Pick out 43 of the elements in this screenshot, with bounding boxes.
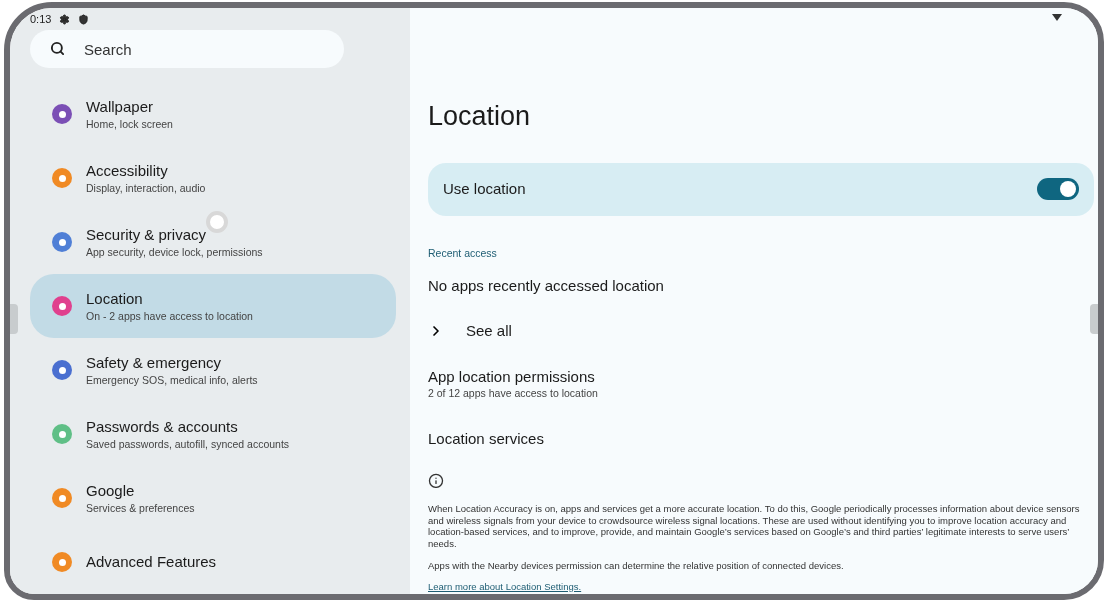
item-subtitle: App security, device lock, permissions: [86, 245, 263, 259]
shield-icon: [78, 13, 90, 25]
item-title: Advanced Features: [86, 552, 217, 572]
item-subtitle: Services & preferences: [86, 501, 195, 515]
item-title: Location: [86, 289, 144, 309]
info-paragraph: Apps with the Nearby devices permission can determine the relative position of connected devices.: [428, 560, 845, 572]
sidebar-item[interactable]: Wallpaper Home, lock screen: [30, 82, 396, 146]
item-subtitle: Emergency SOS, medical info, alerts: [86, 373, 258, 387]
item-title: Security & privacy: [86, 225, 208, 245]
item-title: Safety & emergency: [86, 353, 223, 373]
see-all-item[interactable]: See all: [428, 319, 1094, 343]
info-paragraph: When Location Accuracy is on, apps and services get a more accurate location. To do this, Google periodically processes information about device sensors and wireless signals from your device to crowdsource wireless signal locations. These are used without identifying you to improve location accuracy and location-based services, and to improve, provide, and maintain Google’s services based on Google’s and third parties’ legitimate interests to serve users’ needs.: [428, 503, 1081, 550]
item-title: Accessibility: [86, 161, 169, 181]
side-handle[interactable]: [1090, 304, 1098, 334]
sidebar-item[interactable]: Security & privacy App security, device lock, permissions: [30, 210, 396, 274]
sidebar-item[interactable]: Location On - 2 apps have access to location: [30, 274, 396, 338]
item-subtitle: Display, interaction, audio: [86, 181, 206, 195]
use-location-row[interactable]: Use location: [428, 162, 1094, 216]
item-subtitle: Saved passwords, autofill, synced accounts: [86, 437, 290, 451]
side-handle[interactable]: [10, 304, 18, 334]
settings-icon: [59, 13, 71, 25]
item-title: Wallpaper: [86, 97, 154, 117]
item-subtitle: Home, lock screen: [86, 117, 173, 131]
sidebar-item[interactable]: Accessibility Display, interaction, audio: [30, 146, 396, 210]
info-icon: [428, 472, 444, 489]
section-header: Recent access: [428, 245, 498, 261]
page-title: Location: [428, 100, 532, 134]
sidebar-item[interactable]: Google Services & preferences: [30, 466, 396, 530]
sidebar-item[interactable]: Passwords & accounts Saved passwords, autofill, synced accounts: [30, 402, 396, 466]
use-location-label: Use location: [443, 178, 526, 199]
item-subtitle: On - 2 apps have access to location: [86, 309, 253, 323]
item-title: Passwords & accounts: [86, 417, 239, 437]
search-icon: [50, 41, 65, 56]
services-item[interactable]: Location services: [428, 428, 1094, 451]
permissions-item[interactable]: App location permissions 2 of 12 apps have access to location: [428, 368, 1094, 403]
search-field[interactable]: Search: [30, 30, 344, 68]
toggle-switch[interactable]: [1037, 178, 1079, 201]
status-time: 0:13: [30, 11, 52, 27]
item-title: Google: [86, 481, 136, 501]
sidebar-item[interactable]: Advanced Features: [30, 530, 396, 594]
sidebar-item[interactable]: Safety & emergency Emergency SOS, medical info, alerts: [30, 338, 396, 402]
recent-access-text: No apps recently accessed location: [428, 276, 665, 297]
learn-more-link[interactable]: Learn more about Location Settings.: [428, 579, 582, 594]
